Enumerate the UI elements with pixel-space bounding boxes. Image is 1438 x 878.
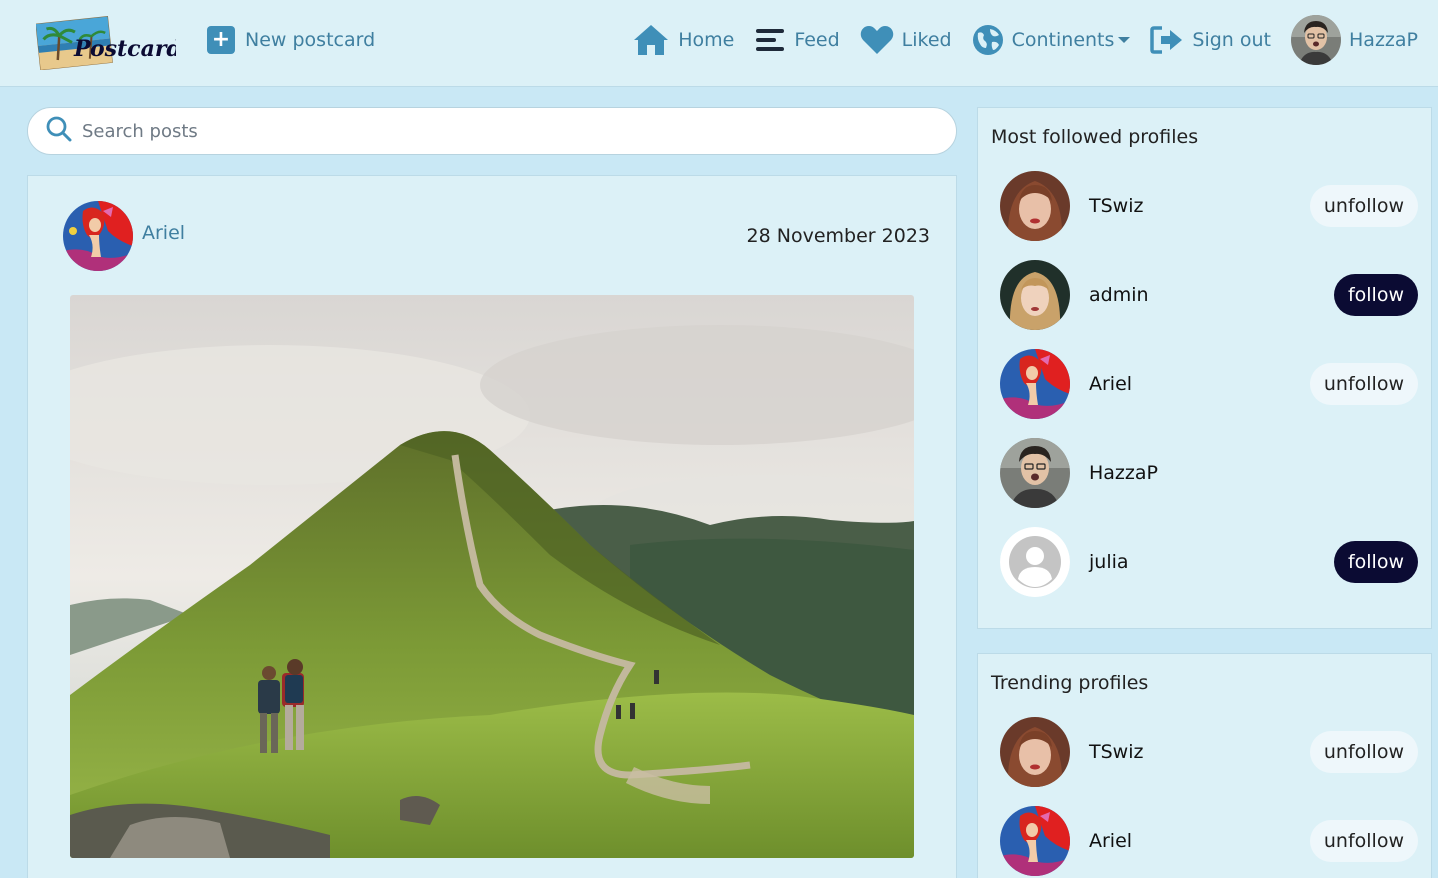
trending-card: Trending profiles TSwiz unfollow Ariel u…	[977, 653, 1432, 878]
trending-title: Trending profiles	[991, 672, 1149, 694]
unfollow-button[interactable]: unfollow	[1309, 820, 1418, 862]
nav-liked[interactable]: Liked	[860, 25, 952, 55]
nav-sign-out[interactable]: Sign out	[1150, 25, 1271, 55]
profile-avatar[interactable]	[1000, 438, 1070, 508]
profile-row: Ariel unfollow	[1000, 806, 1418, 876]
profile-name[interactable]: TSwiz	[1089, 741, 1310, 763]
post-author-name[interactable]: Ariel	[142, 222, 185, 244]
profile-name[interactable]: admin	[1089, 284, 1334, 306]
nav-user-profile[interactable]: HazzaP	[1291, 15, 1418, 65]
search-input[interactable]	[82, 120, 902, 142]
user-avatar	[1291, 15, 1342, 65]
unfollow-button[interactable]: unfollow	[1309, 363, 1418, 405]
nav-home-label: Home	[678, 29, 735, 51]
nav-links: Home Feed Liked Continents Sign out Hazz…	[632, 14, 1418, 66]
nav-feed-label: Feed	[794, 29, 840, 51]
follow-button[interactable]: follow	[1333, 541, 1418, 583]
profile-name[interactable]: Ariel	[1089, 830, 1310, 852]
home-icon	[632, 23, 670, 57]
menu-lines-icon	[754, 26, 786, 54]
profile-name[interactable]: Ariel	[1089, 373, 1310, 395]
profile-name[interactable]: HazzaP	[1089, 462, 1418, 484]
new-postcard-label: New postcard	[245, 29, 376, 51]
follow-button[interactable]: follow	[1333, 274, 1418, 316]
nav-continents-label: Continents	[1011, 29, 1115, 51]
globe-icon	[972, 24, 1004, 56]
most-followed-card: Most followed profiles TSwiz unfollow ad…	[977, 107, 1432, 629]
profile-row: TSwiz unfollow	[1000, 171, 1418, 241]
profile-row: Ariel unfollow	[1000, 349, 1418, 419]
profile-row: admin follow	[1000, 260, 1418, 330]
sign-out-icon	[1150, 25, 1184, 55]
profile-avatar[interactable]	[1000, 349, 1070, 419]
new-postcard-link[interactable]: + New postcard	[207, 26, 375, 54]
navbar: Postcards + New postcard Home Feed	[0, 0, 1438, 87]
profile-row: HazzaP	[1000, 438, 1418, 508]
heart-icon	[860, 25, 894, 55]
profile-name[interactable]: julia	[1089, 551, 1334, 573]
caret-down-icon	[1118, 37, 1131, 43]
post-image[interactable]	[70, 295, 914, 858]
search-icon	[46, 116, 72, 146]
post-date: 28 November 2023	[746, 225, 930, 247]
profile-avatar[interactable]	[1000, 171, 1070, 241]
search-bar	[27, 107, 957, 155]
profile-row: TSwiz unfollow	[1000, 717, 1418, 787]
unfollow-button[interactable]: unfollow	[1309, 731, 1418, 773]
default-avatar-icon[interactable]	[1000, 527, 1070, 597]
unfollow-button[interactable]: unfollow	[1309, 185, 1418, 227]
post-card: Ariel 28 November 2023	[27, 175, 957, 878]
nav-user-label: HazzaP	[1349, 29, 1418, 51]
nav-feed[interactable]: Feed	[754, 26, 840, 54]
profile-avatar[interactable]	[1000, 806, 1070, 876]
profile-avatar[interactable]	[1000, 717, 1070, 787]
postcards-logo[interactable]: Postcards	[35, 14, 194, 71]
profile-row: julia follow	[1000, 527, 1418, 597]
post-author-avatar[interactable]	[63, 201, 133, 271]
plus-icon: +	[207, 26, 235, 54]
most-followed-title: Most followed profiles	[991, 126, 1199, 148]
profile-avatar[interactable]	[1000, 260, 1070, 330]
nav-liked-label: Liked	[901, 29, 952, 51]
nav-continents-dropdown[interactable]: Continents	[972, 24, 1131, 56]
profile-name[interactable]: TSwiz	[1089, 195, 1310, 217]
nav-home[interactable]: Home	[632, 23, 734, 57]
logo-text: Postcards	[73, 36, 176, 62]
nav-sign-out-label: Sign out	[1192, 29, 1272, 51]
